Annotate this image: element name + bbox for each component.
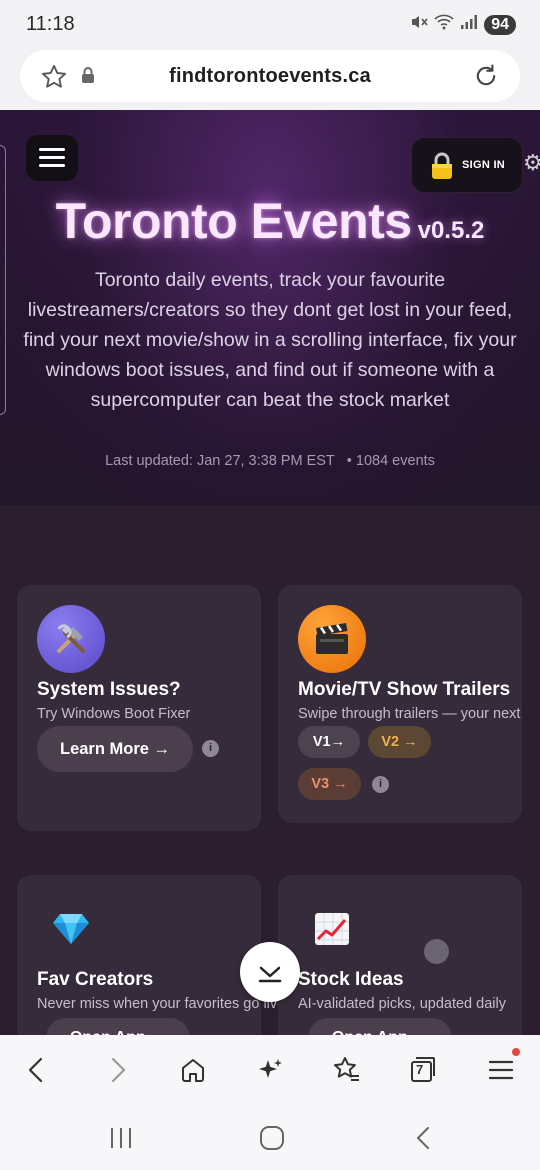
hamburger-menu-button[interactable] [26,135,78,181]
card-description: AI-validated picks, updated daily [298,996,506,1012]
sign-in-label: SIGN IN [462,159,506,171]
hamburger-line [39,164,65,167]
open-app-button[interactable]: Open App → [46,1018,190,1035]
chevron-down-icon [258,966,282,983]
clapper-icon [298,605,366,673]
event-count: • 1084 events [346,453,435,469]
browser-menu-button[interactable] [484,1053,518,1087]
tab-count: 7 [416,1062,424,1077]
version-label: v0.5.2 [417,217,485,244]
trailer-v2-button[interactable]: V2 → [368,726,431,758]
menu-icon [488,1060,514,1080]
last-updated: Last updated: Jan 27, 3:38 PM EST [105,453,335,469]
back-arrow-icon [28,1057,43,1083]
battery-indicator: 94 [484,14,516,35]
mute-icon [410,13,428,36]
padlock-icon [430,152,454,185]
tools-icon [37,605,105,673]
url-text[interactable]: findtorontoevents.ca [20,65,520,88]
card-title: Stock Ideas [298,969,404,990]
home-circle-icon [260,1126,284,1150]
back-chevron-icon [416,1127,429,1149]
signal-icon [460,14,478,35]
address-bar[interactable]: findtorontoevents.ca [20,50,520,102]
browser-toolbar: 7 [0,1035,540,1105]
system-nav-bar [0,1105,540,1170]
card-title: Fav Creators [37,969,154,990]
site-description: Toronto daily events, track your favouri… [23,269,517,411]
status-bar: 11:18 94 [0,0,540,48]
update-meta: Last updated: Jan 27, 3:38 PM EST • 1084 … [0,453,540,469]
forward-arrow-icon [111,1057,126,1083]
status-icons: 94 [410,13,516,36]
recent-apps-button[interactable] [106,1123,136,1153]
stock-ideas-card[interactable]: Stock Ideas AI-validated picks, updated … [278,875,522,1035]
status-time: 11:18 [26,13,75,35]
home-icon [182,1059,204,1082]
page-title: Toronto Events v0.5.2 [0,192,540,250]
bookmarks-button[interactable] [329,1053,363,1087]
trailers-card[interactable]: Movie/TV Show Trailers Swipe through tra… [278,585,522,823]
card-description: Try Windows Boot Fixer [37,706,191,722]
hamburger-line [39,156,65,159]
side-drawer-edge[interactable] [0,145,6,415]
card-title: System Issues? [37,679,181,700]
recent-apps-icon [111,1128,131,1148]
home-nav-button[interactable] [257,1123,287,1153]
back-nav-button[interactable] [409,1123,439,1153]
scroll-down-button[interactable] [240,942,300,1002]
title-text: Toronto Events [55,193,412,249]
fav-creators-card[interactable]: Fav Creators Never miss when your favori… [17,875,285,1035]
info-icon[interactable]: i [202,740,219,757]
info-icon[interactable]: i [372,776,389,793]
web-page: SIGN IN ⚙ Toronto Events v0.5.2 Toronto d… [0,110,540,1035]
floating-dot[interactable] [424,939,449,964]
card-description: Swipe through trailers — your next [298,706,521,722]
learn-more-button[interactable]: Learn More → [37,726,193,772]
sparkle-icon [259,1059,282,1078]
chart-up-icon [298,895,366,963]
back-button[interactable] [20,1053,54,1087]
trailer-v1-button[interactable]: V1→ [298,726,360,758]
open-app-button[interactable]: Open App → [308,1018,452,1035]
notification-dot [512,1048,520,1056]
reload-icon[interactable] [472,62,500,95]
hamburger-line [39,148,65,151]
trailer-v3-button[interactable]: V3 → [298,768,361,800]
ai-sparkle-button[interactable] [253,1053,287,1087]
bookmark-list-icon [334,1057,359,1081]
home-button[interactable] [176,1053,210,1087]
forward-button[interactable] [100,1053,134,1087]
wifi-icon [434,13,454,36]
sign-in-button[interactable]: SIGN IN [411,137,523,193]
system-issues-card[interactable]: System Issues? Try Windows Boot Fixer Le… [17,585,261,831]
card-title: Movie/TV Show Trailers [298,679,511,700]
gem-icon [37,895,105,963]
tabs-button[interactable]: 7 [406,1053,440,1087]
gear-icon[interactable]: ⚙ [523,150,540,176]
